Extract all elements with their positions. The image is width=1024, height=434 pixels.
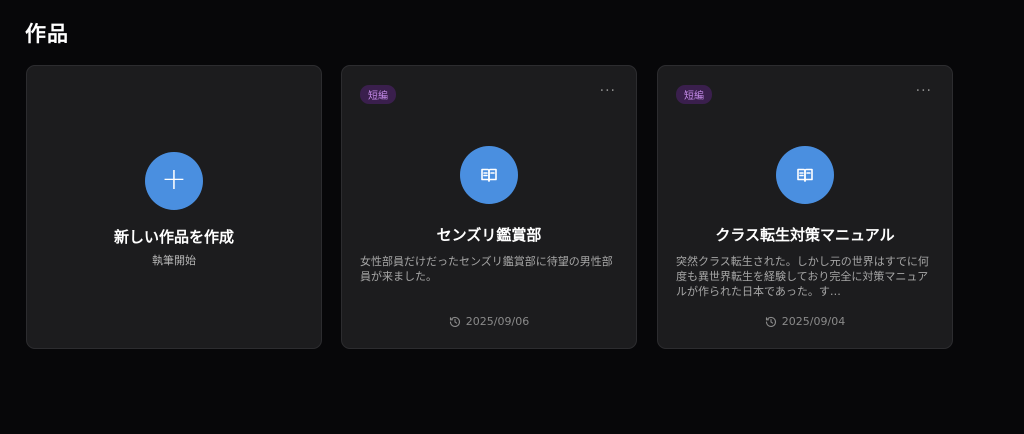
work-description: 女性部員だけだったセンズリ鑑賞部に待望の男性部員が来ました。 xyxy=(360,255,613,283)
work-card[interactable]: 短編 ··· クラス転生対策マニュアル 突然クラス転生された。しかし元の世界はす… xyxy=(657,65,953,349)
page-title: 作品 xyxy=(25,22,69,46)
more-options-icon[interactable]: ··· xyxy=(600,84,616,98)
create-button-circle[interactable]: + xyxy=(145,152,203,210)
work-date: 2025/09/06 xyxy=(342,315,636,328)
more-options-icon[interactable]: ··· xyxy=(916,84,932,98)
work-description: 突然クラス転生された。しかし元の世界はすでに何度も異世界転生を経験しており完全に… xyxy=(676,255,929,298)
book-icon xyxy=(481,168,497,182)
new-work-subtitle: 執筆開始 xyxy=(152,254,196,267)
work-date: 2025/09/04 xyxy=(658,315,952,328)
date-text: 2025/09/06 xyxy=(465,315,530,328)
history-icon xyxy=(765,316,776,327)
genre-badge: 短編 xyxy=(676,85,712,104)
work-card[interactable]: 短編 ··· センズリ鑑賞部 女性部員だけだったセンズリ鑑賞部に待望の男性部員が… xyxy=(341,65,637,349)
date-text: 2025/09/04 xyxy=(781,315,846,328)
book-icon-circle xyxy=(776,146,834,204)
book-icon xyxy=(797,168,813,182)
book-icon-circle xyxy=(460,146,518,204)
new-work-card[interactable]: + 新しい作品を作成 執筆開始 xyxy=(26,65,322,349)
new-work-title: 新しい作品を作成 xyxy=(113,228,234,246)
history-icon xyxy=(449,316,460,327)
work-title: クラス転生対策マニュアル xyxy=(715,226,895,244)
work-title: センズリ鑑賞部 xyxy=(436,226,542,244)
plus-icon: + xyxy=(161,162,187,197)
genre-badge: 短編 xyxy=(360,85,396,104)
